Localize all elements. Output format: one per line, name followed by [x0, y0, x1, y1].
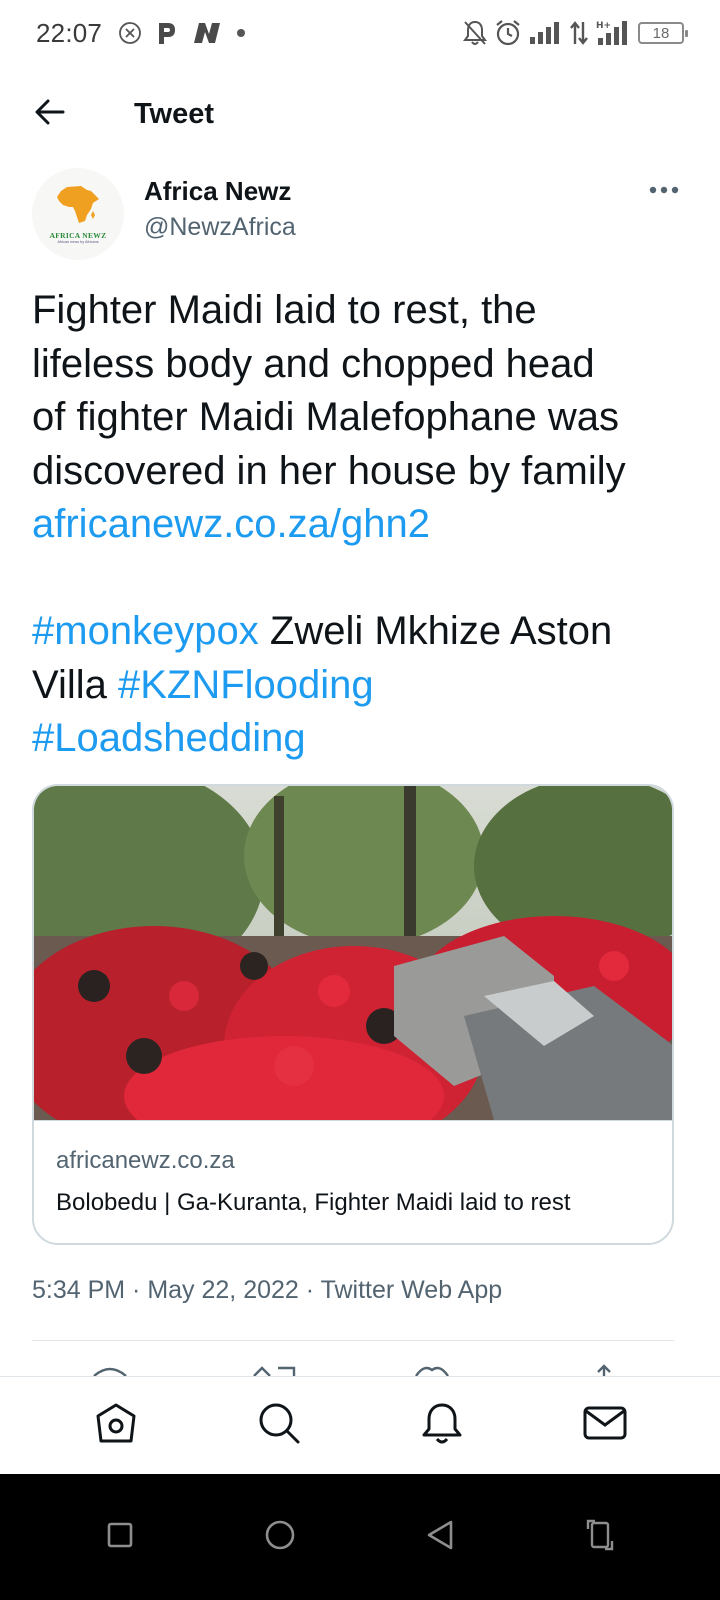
- tweet-link[interactable]: africanewz.co.za/ghn2: [32, 502, 430, 546]
- card-meta: africanewz.co.za Bolobedu | Ga-Kuranta, …: [34, 1120, 672, 1217]
- status-left-icons: [118, 20, 246, 46]
- arrow-left-icon: [35, 99, 65, 130]
- messages-icon: [582, 1403, 628, 1448]
- bell-off-icon: [462, 19, 488, 47]
- avatar[interactable]: AFRICA NEWZ African news by Africans: [32, 168, 124, 260]
- card-title: Bolobedu | Ga-Kuranta, Fighter Maidi lai…: [56, 1189, 571, 1216]
- hashtag-kznflooding[interactable]: #KZNFlooding: [118, 663, 374, 707]
- tweet-line: Fighter Maidi laid to rest, the: [32, 288, 537, 332]
- system-navigation-bar: [0, 1474, 720, 1600]
- tweet-text-segment: Villa: [32, 662, 118, 707]
- system-recents-button[interactable]: [88, 1505, 152, 1569]
- tweet-line: lifeless body and chopped head: [32, 341, 595, 386]
- system-rotate-button[interactable]: [568, 1505, 632, 1569]
- battery-indicator: 18: [638, 22, 688, 44]
- tweet-timestamp[interactable]: 5:34 PM · May 22, 2022 · Twitter Web App: [32, 1276, 502, 1305]
- nav-home-button[interactable]: [86, 1396, 146, 1456]
- avatar-wordmark: AFRICA NEWZ: [49, 230, 107, 240]
- more-horizontal-icon: [649, 181, 679, 199]
- page-title: Tweet: [134, 97, 215, 130]
- p-app-icon: [156, 20, 178, 46]
- author-info: Africa Newz @NewzAfrica: [144, 168, 296, 260]
- status-right-icons: H+ 18: [462, 19, 688, 47]
- action-bar-peek: [32, 1360, 674, 1376]
- author-handle[interactable]: @NewzAfrica: [144, 213, 296, 242]
- tweet-text: Fighter Maidi laid to rest, the lifeless…: [32, 284, 696, 766]
- more-options-button[interactable]: [640, 170, 688, 210]
- back-triangle-icon: [425, 1519, 455, 1556]
- header: Tweet: [0, 78, 720, 150]
- rotate-icon: [585, 1517, 615, 1558]
- signal-icon: [528, 21, 562, 45]
- hashtag-loadshedding[interactable]: #Loadshedding: [32, 716, 306, 760]
- home-icon: [94, 1401, 138, 1450]
- author-name[interactable]: Africa Newz: [144, 176, 296, 207]
- card-domain: africanewz.co.za: [56, 1147, 235, 1174]
- notifications-icon: [420, 1401, 464, 1450]
- svg-text:H+: H+: [596, 21, 611, 31]
- bottom-navigation: [0, 1376, 720, 1474]
- search-icon: [257, 1401, 301, 1450]
- system-back-button[interactable]: [408, 1505, 472, 1569]
- data-transfer-icon: [568, 20, 590, 46]
- hplus-signal-icon: H+: [596, 19, 632, 47]
- nav-search-button[interactable]: [249, 1396, 309, 1456]
- notification-dot-icon: [236, 28, 246, 38]
- alarm-icon: [494, 19, 522, 47]
- tweet-text-segment: Zweli Mkhize Aston: [258, 609, 613, 653]
- tweet-author: AFRICA NEWZ African news by Africans Afr…: [32, 168, 688, 260]
- status-bar: 22:07 H+ 18: [0, 0, 720, 66]
- home-circle-icon: [264, 1519, 296, 1556]
- hashtag-monkeypox[interactable]: #monkeypox: [32, 609, 259, 653]
- avatar-tagline: African news by Africans: [57, 239, 99, 244]
- n-app-icon: [192, 21, 222, 45]
- status-time: 22:07: [36, 17, 103, 48]
- divider: [32, 1340, 674, 1341]
- recents-icon: [106, 1521, 134, 1554]
- africa-logo-icon: [55, 185, 101, 230]
- tweet-line: discovered in her house by family: [32, 448, 626, 493]
- system-home-button[interactable]: [248, 1505, 312, 1569]
- nav-notifications-button[interactable]: [412, 1396, 472, 1456]
- close-circle-icon: [118, 21, 142, 45]
- link-preview-card[interactable]: africanewz.co.za Bolobedu | Ga-Kuranta, …: [32, 784, 674, 1245]
- back-button[interactable]: [20, 84, 80, 144]
- nav-messages-button[interactable]: [575, 1396, 635, 1456]
- card-image: [34, 786, 672, 1120]
- tweet-line: of fighter Maidi Malefophane was: [32, 395, 619, 439]
